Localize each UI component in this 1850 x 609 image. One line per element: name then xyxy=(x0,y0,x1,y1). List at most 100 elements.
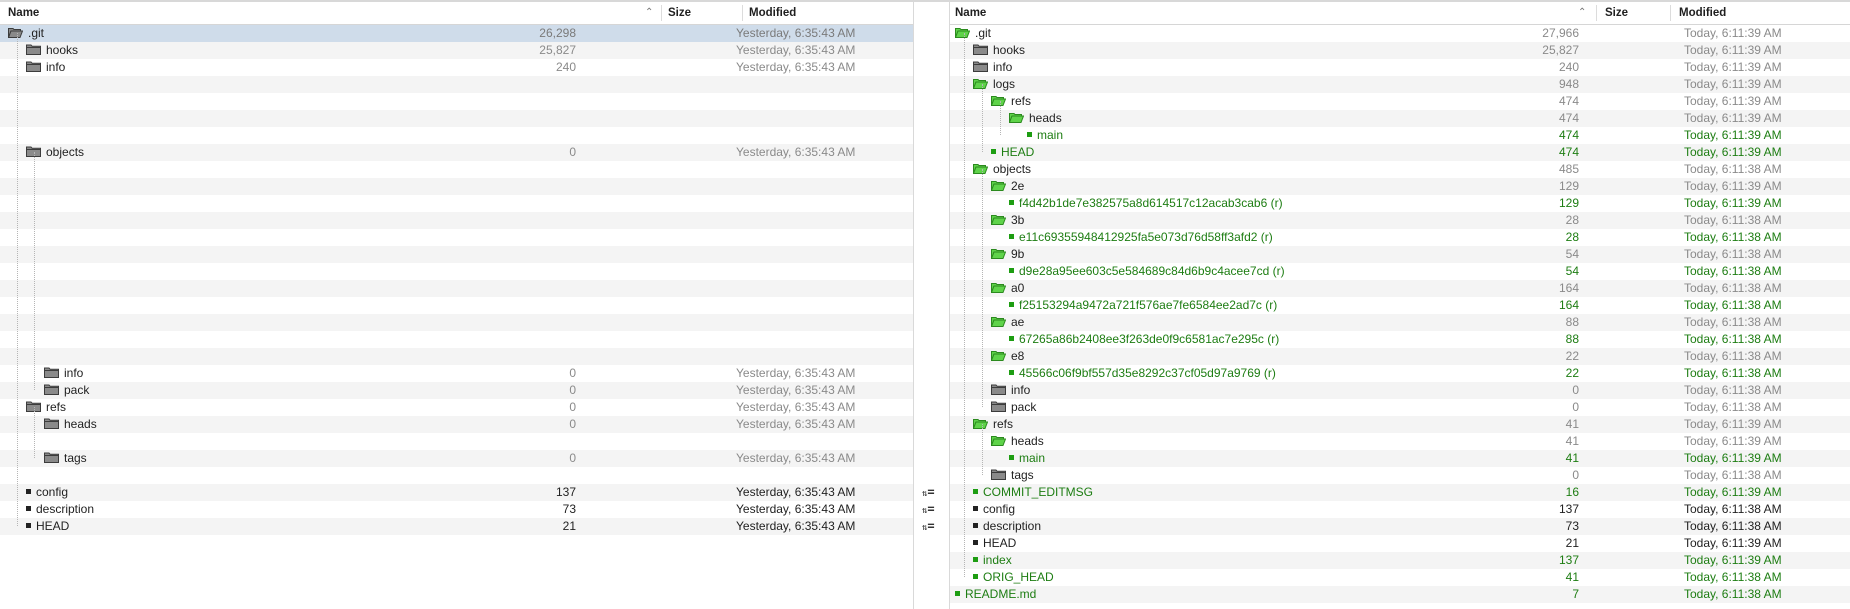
table-row[interactable]: a0 164 Today, 6:11:38 AM xyxy=(950,280,1850,297)
table-row[interactable]: e8 22 Today, 6:11:38 AM xyxy=(950,348,1850,365)
equal-icon[interactable]: ⇅= xyxy=(922,485,935,499)
folder-open-icon xyxy=(991,180,1006,191)
table-row[interactable]: pack 0 Yesterday, 6:35:43 AM xyxy=(0,382,913,399)
file-name: .git xyxy=(28,26,45,40)
right-file-list[interactable]: .git 27,966 Today, 6:11:39 AM hooks 25,827 To… xyxy=(950,25,1850,603)
file-size: 88 xyxy=(1565,332,1579,346)
table-row[interactable]: HEAD 474 Today, 6:11:39 AM xyxy=(950,144,1850,161)
left-pane[interactable]: Name ⌃ Size Modified .git 26,298 Yesterday… xyxy=(0,2,913,609)
file-size: 0 xyxy=(569,383,576,397)
table-row[interactable]: 9b 54 Today, 6:11:38 AM xyxy=(950,246,1850,263)
file-size: 485 xyxy=(1558,162,1579,176)
tree-guide-line xyxy=(982,169,984,407)
name-column-header[interactable]: Name xyxy=(955,2,986,24)
file-size: 164 xyxy=(1558,298,1579,312)
table-row[interactable]: f25153294a9472a721f576ae7fe6584ee2ad7c (… xyxy=(950,297,1850,314)
table-row[interactable]: description 73 Today, 6:11:38 AM xyxy=(950,518,1850,535)
tree-guide-line xyxy=(982,424,984,475)
table-row[interactable]: 2e 129 Today, 6:11:39 AM xyxy=(950,178,1850,195)
left-file-list[interactable]: .git 26,298 Yesterday, 6:35:43 AM hooks 25,8… xyxy=(0,25,913,535)
file-size: 474 xyxy=(1558,94,1579,108)
file-size: 54 xyxy=(1565,247,1579,261)
folder-open-icon xyxy=(991,350,1006,361)
file-modified: Today, 6:11:38 AM xyxy=(1684,162,1782,176)
file-modified: Yesterday, 6:35:43 AM xyxy=(736,43,856,57)
table-row[interactable]: description 73 Yesterday, 6:35:43 AM xyxy=(0,501,913,518)
table-row[interactable]: HEAD 21 Today, 6:11:39 AM xyxy=(950,535,1850,552)
size-column-header[interactable]: Size xyxy=(668,2,691,24)
file-modified: Yesterday, 6:35:43 AM xyxy=(736,417,856,431)
table-row[interactable]: d9e28a95ee603c5e584689c84d6b9c4acee7cd (… xyxy=(950,263,1850,280)
right-pane[interactable]: Name ⌃ Size Modified .git 27,966 Today, 6:… xyxy=(950,2,1850,609)
file-name: a0 xyxy=(1011,281,1025,295)
table-row[interactable]: heads 41 Today, 6:11:39 AM xyxy=(950,433,1850,450)
table-row[interactable]: COMMIT_EDITMSG 16 Today, 6:11:39 AM xyxy=(950,484,1850,501)
table-row[interactable]: 67265a86b2408ee3f263de0f9c6581ac7e295c (… xyxy=(950,331,1850,348)
file-modified: Today, 6:11:39 AM xyxy=(1684,111,1782,125)
file-size: 22 xyxy=(1565,349,1579,363)
folder-icon xyxy=(44,367,59,378)
table-row[interactable]: pack 0 Today, 6:11:38 AM xyxy=(950,399,1850,416)
file-icon xyxy=(973,506,978,511)
table-row[interactable]: config 137 Today, 6:11:38 AM xyxy=(950,501,1850,518)
table-row[interactable]: info 240 Yesterday, 6:35:43 AM xyxy=(0,59,913,76)
equal-icon[interactable]: ⇅= xyxy=(922,519,935,533)
table-row[interactable]: .git 26,298 Yesterday, 6:35:43 AM xyxy=(0,25,913,42)
modified-column-header[interactable]: Modified xyxy=(1679,2,1726,24)
file-size: 41 xyxy=(1565,451,1579,465)
table-row[interactable]: README.md 7 Today, 6:11:38 AM xyxy=(950,586,1850,603)
modified-column-header[interactable]: Modified xyxy=(749,2,796,24)
table-row[interactable]: refs 474 Today, 6:11:39 AM xyxy=(950,93,1850,110)
sort-caret-icon[interactable]: ⌃ xyxy=(645,2,653,24)
file-size: 88 xyxy=(1565,315,1579,329)
table-row[interactable]: objects 485 Today, 6:11:38 AM xyxy=(950,161,1850,178)
file-size: 21 xyxy=(1565,536,1579,550)
table-row[interactable]: tags 0 Today, 6:11:38 AM xyxy=(950,467,1850,484)
folder-open-icon xyxy=(973,418,988,429)
table-row[interactable]: info 240 Today, 6:11:39 AM xyxy=(950,59,1850,76)
file-modified: Today, 6:11:38 AM xyxy=(1684,366,1782,380)
table-row[interactable]: hooks 25,827 Yesterday, 6:35:43 AM xyxy=(0,42,913,59)
table-row[interactable]: info 0 Today, 6:11:38 AM xyxy=(950,382,1850,399)
file-size: 28 xyxy=(1565,230,1579,244)
empty-row xyxy=(0,297,913,314)
file-name: HEAD xyxy=(983,536,1017,550)
file-size: 948 xyxy=(1558,77,1579,91)
name-column-header[interactable]: Name xyxy=(8,2,39,24)
table-row[interactable]: config 137 Yesterday, 6:35:43 AM xyxy=(0,484,913,501)
file-size: 129 xyxy=(1558,179,1579,193)
empty-row xyxy=(0,263,913,280)
file-name: refs xyxy=(46,400,67,414)
table-row[interactable]: HEAD 21 Yesterday, 6:35:43 AM xyxy=(0,518,913,535)
table-row[interactable]: heads 0 Yesterday, 6:35:43 AM xyxy=(0,416,913,433)
file-name: COMMIT_EDITMSG xyxy=(983,485,1093,499)
table-row[interactable]: refs 0 Yesterday, 6:35:43 AM xyxy=(0,399,913,416)
table-row[interactable]: heads 474 Today, 6:11:39 AM xyxy=(950,110,1850,127)
table-row[interactable]: e11c69355948412925fa5e073d76d58ff3afd2 (… xyxy=(950,229,1850,246)
table-row[interactable]: info 0 Yesterday, 6:35:43 AM xyxy=(0,365,913,382)
file-icon xyxy=(991,149,996,154)
table-row[interactable]: index 137 Today, 6:11:39 AM xyxy=(950,552,1850,569)
sort-caret-icon[interactable]: ⌃ xyxy=(1578,2,1586,24)
table-row[interactable]: ORIG_HEAD 41 Today, 6:11:38 AM xyxy=(950,569,1850,586)
file-size: 21 xyxy=(562,519,576,533)
table-row[interactable]: 45566c06f9bf557d35e8292c37cf05d97a9769 (… xyxy=(950,365,1850,382)
table-row[interactable]: refs 41 Today, 6:11:39 AM xyxy=(950,416,1850,433)
size-column-header[interactable]: Size xyxy=(1605,2,1628,24)
table-row[interactable]: ae 88 Today, 6:11:38 AM xyxy=(950,314,1850,331)
file-modified: Yesterday, 6:35:43 AM xyxy=(736,502,856,516)
table-row[interactable]: logs 948 Today, 6:11:39 AM xyxy=(950,76,1850,93)
table-row[interactable]: f4d42b1de7e382575a8d614517c12acab3cab6 (… xyxy=(950,195,1850,212)
table-row[interactable]: objects 0 Yesterday, 6:35:43 AM xyxy=(0,144,913,161)
table-row[interactable]: main 474 Today, 6:11:39 AM xyxy=(950,127,1850,144)
table-row[interactable]: tags 0 Yesterday, 6:35:43 AM xyxy=(0,450,913,467)
table-row[interactable]: .git 27,966 Today, 6:11:39 AM xyxy=(950,25,1850,42)
table-row[interactable]: main 41 Today, 6:11:39 AM xyxy=(950,450,1850,467)
file-name: f4d42b1de7e382575a8d614517c12acab3cab6 (… xyxy=(1019,196,1283,210)
folder-open-icon xyxy=(991,214,1006,225)
folder-open-icon xyxy=(991,248,1006,259)
table-row[interactable]: 3b 28 Today, 6:11:38 AM xyxy=(950,212,1850,229)
file-name: e8 xyxy=(1011,349,1025,363)
table-row[interactable]: hooks 25,827 Today, 6:11:39 AM xyxy=(950,42,1850,59)
equal-icon[interactable]: ⇅= xyxy=(922,502,935,516)
